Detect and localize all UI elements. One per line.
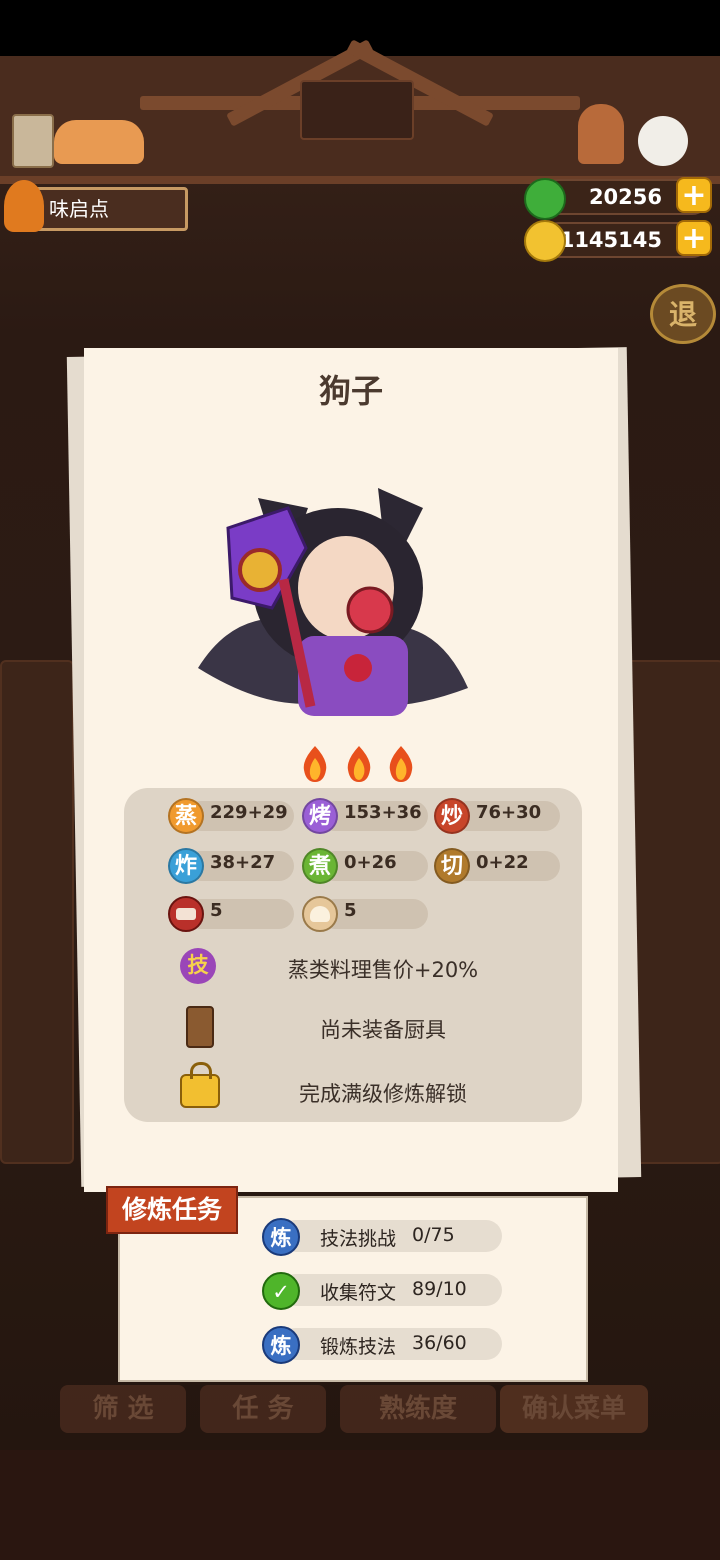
stat-cut: 切 0+22 xyxy=(434,848,560,884)
lock-row: 完成满级修炼解锁 xyxy=(124,1062,582,1110)
exit-button[interactable]: 退 xyxy=(650,284,716,344)
material-bun: 5 xyxy=(302,896,428,932)
equipment-text: 尚未装备厨具 xyxy=(320,1018,446,1042)
flame-icon xyxy=(389,746,413,782)
location-banner[interactable]: 味启点 xyxy=(30,187,188,231)
filter-button[interactable]: 筛 选 xyxy=(60,1385,186,1433)
bottom-floor xyxy=(0,1450,720,1560)
meat-icon xyxy=(168,896,204,932)
chef-figure-icon xyxy=(578,104,624,164)
material-meat: 5 xyxy=(168,896,294,932)
flame-icon xyxy=(347,746,371,782)
add-jade-button[interactable]: + xyxy=(676,177,712,213)
task-collect-runes[interactable]: ✓ 收集符文 89/10 xyxy=(262,1272,502,1310)
coin-icon xyxy=(524,220,566,262)
lock-text: 完成满级修炼解锁 xyxy=(299,1082,467,1106)
bottom-menu-bar: 筛 选 任 务 熟练度 确认菜单 xyxy=(60,1385,660,1437)
stat-stirfry: 炒 76+30 xyxy=(434,798,560,834)
character-card: 狗子 蒸 229+29 烤 153+36 炒 76+30 炸 38+27 煮 0… xyxy=(84,348,618,1192)
character-name: 狗子 xyxy=(318,372,383,410)
jade-icon xyxy=(524,178,566,220)
skill-row: 技 蒸类料理售价+20% xyxy=(124,946,582,986)
proficiency-button[interactable]: 熟练度 xyxy=(340,1385,496,1433)
stat-fry: 炸 38+27 xyxy=(168,848,294,884)
confirm-menu-button[interactable]: 确认菜单 xyxy=(500,1385,648,1433)
bun-icon xyxy=(302,896,338,932)
training-task-tag: 修炼任务 xyxy=(106,1186,238,1234)
cat-decoration-icon xyxy=(54,120,144,164)
shelf-jar-icon xyxy=(12,114,54,168)
white-cat-icon xyxy=(638,116,688,166)
task-train-technique[interactable]: 炼 锻炼技法 36/60 xyxy=(262,1326,502,1364)
add-coin-button[interactable]: + xyxy=(676,220,712,256)
check-icon: ✓ xyxy=(262,1272,300,1310)
chef-avatar-icon xyxy=(4,180,44,232)
stat-roast: 烤 153+36 xyxy=(302,798,428,834)
stat-boil: 煮 0+26 xyxy=(302,848,428,884)
task-technique-challenge[interactable]: 炼 技法挑战 0/75 xyxy=(262,1218,502,1256)
character-portrait xyxy=(198,488,468,716)
stats-panel: 蒸 229+29 烤 153+36 炒 76+30 炸 38+27 煮 0+26… xyxy=(124,788,582,1122)
rarity-flames xyxy=(298,744,428,784)
flame-icon xyxy=(303,746,327,782)
stat-steam: 蒸 229+29 xyxy=(168,798,294,834)
skill-text: 蒸类料理售价+20% xyxy=(287,958,479,982)
equipment-row[interactable]: 尚未装备厨具 xyxy=(124,1006,582,1048)
task-button[interactable]: 任 务 xyxy=(200,1385,326,1433)
